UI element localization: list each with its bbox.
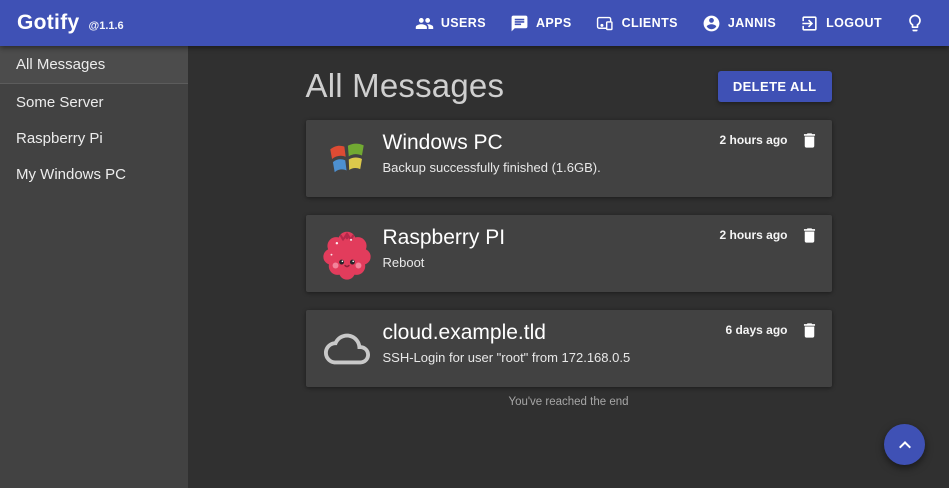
theme-toggle-button[interactable] [897, 7, 933, 39]
nav-users-button[interactable]: USERS [406, 8, 495, 39]
delete-all-button[interactable]: DELETE ALL [718, 71, 832, 102]
delete-message-button[interactable] [799, 225, 820, 249]
trash-icon [800, 321, 819, 340]
exit-to-app-icon [800, 14, 819, 33]
nav-apps-label: APPS [536, 16, 572, 30]
message-meta: 2 hours ago [719, 120, 819, 197]
trash-icon [800, 131, 819, 150]
app-title: Gotify [17, 11, 79, 35]
sidebar-item-label: All Messages [16, 56, 105, 73]
chevron-up-icon [893, 433, 917, 457]
nav-users-label: USERS [441, 16, 486, 30]
message-body: Raspberry PI Reboot [383, 215, 720, 292]
sidebar-item-some-server[interactable]: Some Server [0, 84, 188, 120]
message-timestamp: 2 hours ago [719, 225, 787, 242]
nav-apps-button[interactable]: APPS [501, 8, 581, 39]
users-icon [415, 14, 434, 33]
message-card: Raspberry PI Reboot 2 hours ago [306, 215, 832, 292]
end-of-list-text: You've reached the end [306, 396, 832, 408]
windows-logo-icon [320, 120, 374, 197]
message-meta: 2 hours ago [719, 215, 819, 292]
nav-logout-label: LOGOUT [826, 16, 882, 30]
nav-logout-button[interactable]: LOGOUT [791, 8, 891, 39]
message-title: Raspberry PI [383, 226, 720, 250]
nav-clients-label: CLIENTS [622, 16, 678, 30]
sidebar-item-my-windows-pc[interactable]: My Windows PC [0, 156, 188, 192]
delete-message-button[interactable] [799, 130, 820, 154]
app-brand: Gotify @1.1.6 [17, 11, 124, 35]
message-text: Reboot [383, 255, 720, 270]
message-body: Windows PC Backup successfully finished … [383, 120, 720, 197]
sidebar-item-raspberry-pi[interactable]: Raspberry Pi [0, 120, 188, 156]
trash-icon [800, 226, 819, 245]
lightbulb-icon [905, 13, 925, 33]
message-timestamp: 2 hours ago [719, 130, 787, 147]
devices-icon [596, 14, 615, 33]
cloud-icon [320, 310, 374, 387]
nav-clients-button[interactable]: CLIENTS [587, 8, 687, 39]
message-card: Windows PC Backup successfully finished … [306, 120, 832, 197]
main-content: All Messages DELETE ALL Windows PC Backu… [188, 46, 949, 488]
delete-message-button[interactable] [799, 320, 820, 344]
nav-user-jannis-button[interactable]: JANNIS [693, 8, 785, 39]
nav-user-jannis-label: JANNIS [728, 16, 776, 30]
message-title: cloud.example.tld [383, 321, 726, 345]
sidebar-item-all-messages[interactable]: All Messages [0, 46, 188, 83]
account-circle-icon [702, 14, 721, 33]
message-body: cloud.example.tld SSH-Login for user "ro… [383, 310, 726, 387]
message-text: SSH-Login for user "root" from 172.168.0… [383, 350, 726, 365]
message-timestamp: 6 days ago [725, 320, 787, 337]
app-bar: Gotify @1.1.6 USERS APPS CLIENTS JANNIS … [0, 0, 949, 46]
scroll-to-top-button[interactable] [884, 424, 925, 465]
sidebar-item-label: Some Server [16, 94, 104, 111]
raspberry-icon [320, 215, 374, 292]
app-version: @1.1.6 [88, 20, 123, 32]
content-header: All Messages DELETE ALL [306, 67, 832, 105]
page-title: All Messages [306, 67, 505, 105]
message-card: cloud.example.tld SSH-Login for user "ro… [306, 310, 832, 387]
sidebar: All Messages Some Server Raspberry Pi My… [0, 46, 188, 488]
message-text: Backup successfully finished (1.6GB). [383, 160, 720, 175]
chat-icon [510, 14, 529, 33]
message-meta: 6 days ago [725, 310, 819, 387]
app-bar-nav: USERS APPS CLIENTS JANNIS LOGOUT [406, 7, 933, 39]
message-title: Windows PC [383, 131, 720, 155]
sidebar-item-label: My Windows PC [16, 166, 126, 183]
sidebar-item-label: Raspberry Pi [16, 130, 103, 147]
